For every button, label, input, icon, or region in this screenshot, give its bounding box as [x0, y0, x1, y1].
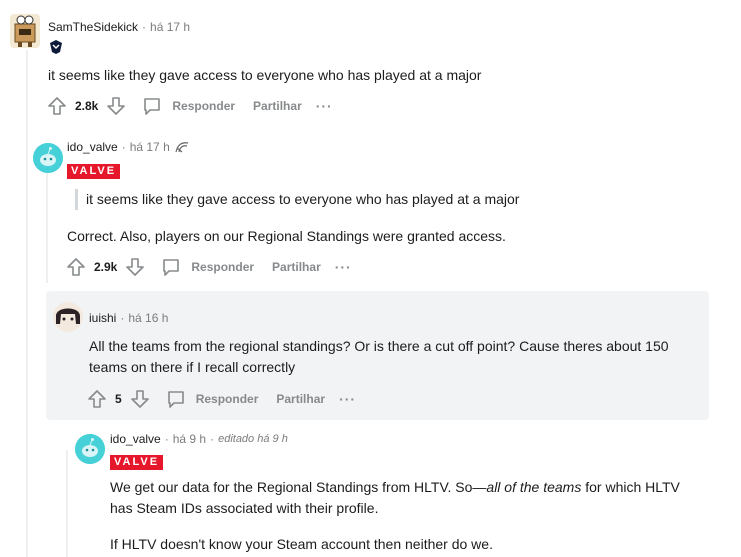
upvote-icon[interactable]	[66, 257, 86, 277]
flair-badge: VALVE	[110, 455, 164, 470]
comment-meta: SamTheSidekick · há 17 h	[48, 20, 191, 34]
comment-actions: 2.8k Responder Partilhar ···	[47, 96, 333, 116]
edited-label: editado há 9 h	[218, 433, 288, 445]
timestamp[interactable]: há 17 h	[150, 20, 190, 34]
upvote-icon[interactable]	[47, 96, 67, 116]
reply-button[interactable]: Responder	[191, 260, 254, 274]
comment-body: We get our data for the Regional Standin…	[110, 479, 680, 516]
valve-flair: VALVE	[110, 452, 164, 470]
avatar[interactable]	[10, 14, 40, 48]
username[interactable]: ido_valve	[110, 432, 161, 446]
share-button[interactable]: Partilhar	[272, 260, 321, 274]
avatar[interactable]	[75, 434, 105, 464]
comment-body: it seems like they gave access to everyo…	[48, 67, 482, 83]
comment-meta: ido_valve · há 17 h	[67, 140, 190, 154]
username[interactable]: ido_valve	[67, 140, 118, 154]
timestamp[interactable]: há 17 h	[130, 140, 170, 154]
valve-flair: VALVE	[67, 161, 121, 179]
award-icon	[174, 140, 190, 154]
thread-line[interactable]	[26, 50, 28, 557]
reply-icon[interactable]	[142, 96, 162, 116]
thread-line[interactable]	[46, 173, 48, 283]
thread-line[interactable]	[66, 450, 68, 557]
reply-button[interactable]: Responder	[172, 99, 235, 113]
username[interactable]: iuishi	[89, 311, 116, 325]
downvote-icon[interactable]	[106, 96, 126, 116]
downvote-icon[interactable]	[130, 389, 150, 409]
team-flair-icon	[48, 39, 64, 55]
avatar[interactable]	[53, 302, 83, 332]
upvote-icon[interactable]	[87, 389, 107, 409]
more-options-icon[interactable]: ···	[335, 259, 352, 275]
share-button[interactable]: Partilhar	[253, 99, 302, 113]
share-button[interactable]: Partilhar	[276, 392, 325, 406]
comment-meta: ido_valve · há 9 h · editado há 9 h	[110, 432, 288, 446]
comment-meta: iuishi · há 16 h	[89, 311, 169, 325]
avatar[interactable]	[33, 143, 63, 173]
vote-count: 2.9k	[94, 260, 118, 274]
downvote-icon[interactable]	[125, 257, 145, 277]
comment-actions: 5 Responder Partilhar ···	[87, 389, 356, 409]
comment-body: Correct. Also, players on our Regional S…	[67, 228, 506, 244]
more-options-icon[interactable]: ···	[316, 98, 333, 114]
username[interactable]: SamTheSidekick	[48, 20, 138, 34]
vote-count: 2.8k	[75, 99, 99, 113]
more-options-icon[interactable]: ···	[339, 391, 356, 407]
vote-count: 5	[115, 392, 122, 406]
timestamp[interactable]: há 16 h	[128, 311, 168, 325]
comment-body-paragraph: If HLTV doesn't know your Steam account …	[110, 536, 493, 552]
reply-icon[interactable]	[161, 257, 181, 277]
reply-button[interactable]: Responder	[196, 392, 259, 406]
quoted-text: it seems like they gave access to everyo…	[75, 189, 519, 210]
flair-badge: VALVE	[67, 164, 121, 179]
comment-body: All the teams from the regional standing…	[89, 338, 669, 375]
comment-actions: 2.9k Responder Partilhar ···	[66, 257, 352, 277]
timestamp[interactable]: há 9 h	[173, 432, 206, 446]
reply-icon[interactable]	[166, 389, 186, 409]
